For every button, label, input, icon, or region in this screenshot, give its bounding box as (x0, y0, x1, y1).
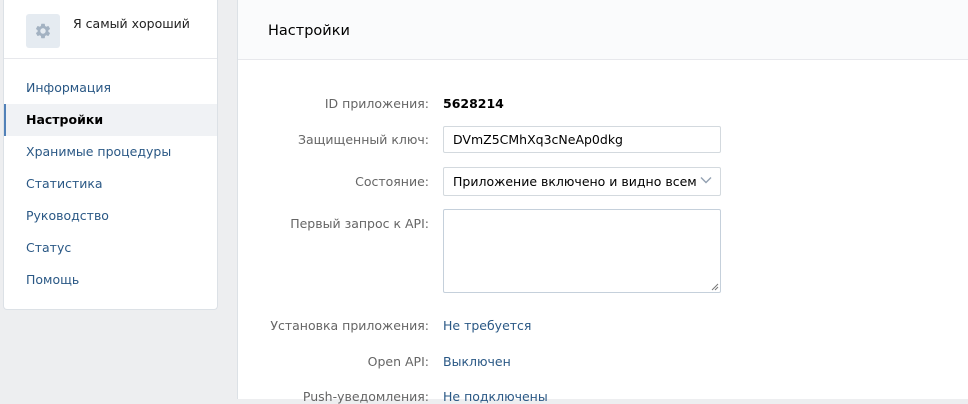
sidebar-item-guide[interactable]: Руководство (4, 200, 217, 232)
chevron-down-icon (700, 177, 712, 184)
install-link[interactable]: Не требуется (443, 318, 531, 333)
state-select[interactable]: Приложение включено и видно всем (443, 167, 721, 196)
resize-handle-icon[interactable] (711, 283, 719, 291)
page-title: Настройки (238, 0, 968, 60)
sidebar-item-statistics[interactable]: Статистика (4, 168, 217, 200)
open-api-link[interactable]: Выключен (443, 354, 511, 369)
settings-panel: Настройки ID приложения: 5628214 Защищен… (237, 0, 968, 404)
app-id-label: ID приложения: (324, 96, 429, 111)
open-api-label: Open API: (367, 354, 429, 369)
app-header: Я самый хороший (4, 0, 217, 59)
sidebar-item-info[interactable]: Информация (4, 72, 217, 104)
install-label: Установка приложения: (270, 318, 429, 333)
app-sidebar: Я самый хороший Информация Настройки Хра… (3, 0, 218, 310)
app-name: Я самый хороший (73, 16, 190, 31)
secure-key-field[interactable]: DVmZ5CMhXq3cNeAp0dkg (443, 126, 721, 153)
gear-icon[interactable] (26, 14, 60, 48)
first-api-request-textarea[interactable] (443, 209, 721, 293)
secure-key-label: Защищенный ключ: (297, 132, 429, 147)
first-api-request-label: Первый запрос к API: (290, 216, 429, 231)
sidebar-item-settings[interactable]: Настройки (4, 104, 217, 136)
app-id-value: 5628214 (443, 96, 504, 111)
sidebar-menu: Информация Настройки Хранимые процедуры … (4, 72, 217, 296)
state-label: Состояние: (355, 174, 429, 189)
sidebar-item-status[interactable]: Статус (4, 232, 217, 264)
sidebar-item-stored-procedures[interactable]: Хранимые процедуры (4, 136, 217, 168)
push-link[interactable]: Не подключены (443, 389, 548, 404)
state-select-value: Приложение включено и видно всем (453, 174, 697, 189)
push-label: Push-уведомления: (302, 389, 429, 404)
sidebar-item-help[interactable]: Помощь (4, 264, 217, 296)
